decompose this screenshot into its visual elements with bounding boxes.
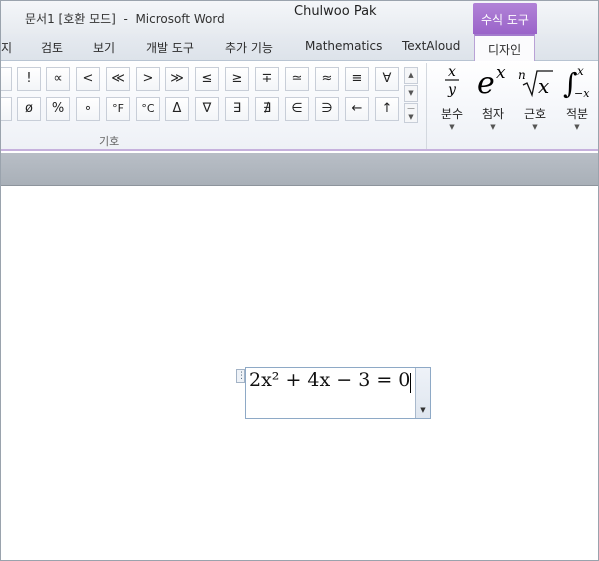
symbol-button[interactable]: | <box>1 67 12 91</box>
symbol-button[interactable]: ≃ <box>285 67 309 91</box>
integral-icon: ∫ x −x <box>563 64 590 100</box>
equation-move-handle[interactable]: ⋮ <box>236 369 246 383</box>
symbol-button[interactable]: °C <box>136 97 160 121</box>
symbol-button[interactable]: ↑ <box>375 97 399 121</box>
script-label: 첨자 <box>481 107 505 121</box>
script-button[interactable]: e x 첨자 ▼ <box>471 61 515 131</box>
symbol-button[interactable]: ∝ <box>46 67 70 91</box>
fraction-icon: x y <box>445 64 459 98</box>
equation-content: 2x² + 4x − 3 = 0 <box>249 369 411 391</box>
ribbon-tab-bar: 지 검토 보기 개발 도구 추가 기능 Mathematics TextAlou… <box>1 34 598 62</box>
radical-label: 근호 <box>523 107 547 121</box>
text-caret <box>410 373 411 393</box>
symbol-button[interactable]: ∓ <box>255 67 279 91</box>
symbol-button[interactable]: ≫ <box>165 67 189 91</box>
symbols-group-label: 기호 <box>99 135 120 148</box>
symbol-button[interactable]: ≤ <box>195 67 219 91</box>
symbol-button[interactable]: > <box>136 67 160 91</box>
ruler-strip <box>1 153 598 186</box>
svg-text:x: x <box>538 74 549 98</box>
integral-button[interactable]: ∫ x −x 적분 ▼ <box>555 61 598 131</box>
symbol-button[interactable]: ∀ <box>375 67 399 91</box>
context-group-equation-tools: 수식 도구 <box>473 3 537 34</box>
symbol-button[interactable]: ! <box>17 67 41 91</box>
symbol-button[interactable]: % <box>46 97 70 121</box>
svg-text:−x: −x <box>574 87 590 100</box>
tab-mathematics[interactable]: Mathematics <box>305 39 382 53</box>
tab-developer[interactable]: 개발 도구 <box>146 39 194 56</box>
title-bar: 문서1 [호환 모드] - Microsoft Word Chulwoo Pak… <box>1 1 598 34</box>
chevron-down-icon: ▼ <box>532 123 538 131</box>
svg-text:n: n <box>518 68 526 82</box>
symbol-button[interactable]: < <box>76 67 100 91</box>
tab-review[interactable]: 검토 <box>41 39 63 56</box>
gallery-scroll-down[interactable]: ▼ <box>404 85 418 102</box>
svg-text:x: x <box>577 64 584 78</box>
symbol-button[interactable]: ≪ <box>106 67 130 91</box>
chevron-down-icon: ▼ <box>490 123 496 131</box>
symbol-button[interactable]: ≥ <box>225 67 249 91</box>
svg-text:y: y <box>447 82 457 98</box>
radical-icon: n x <box>518 68 553 98</box>
window-title: 문서1 [호환 모드] - Microsoft Word <box>25 12 225 26</box>
symbol-button[interactable]: ∄ <box>255 97 279 121</box>
gallery-scroll-up[interactable]: ▲ <box>404 67 418 84</box>
tab-partial[interactable]: 지 <box>1 39 12 56</box>
equation-options-dropdown[interactable]: ▼ <box>415 368 430 418</box>
symbol-button[interactable]: °F <box>106 97 130 121</box>
tab-textaloud[interactable]: TextAloud <box>402 39 460 53</box>
chevron-down-icon: ▼ <box>574 123 580 131</box>
tab-view[interactable]: 보기 <box>93 39 115 56</box>
symbol-button[interactable]: ∈ <box>285 97 309 121</box>
symbol-button[interactable]: ∋ <box>315 97 339 121</box>
word-window: 문서1 [호환 모드] - Microsoft Word Chulwoo Pak… <box>0 0 599 561</box>
symbol-button[interactable]: ≡ <box>345 67 369 91</box>
fraction-label: 분수 <box>440 107 464 121</box>
symbol-button[interactable]: ∇ <box>195 97 219 121</box>
symbol-button[interactable]: Δ <box>165 97 189 121</box>
symbol-button[interactable]: ∃ <box>225 97 249 121</box>
svg-text:x: x <box>496 63 506 83</box>
radical-button[interactable]: n x 근호 ▼ <box>513 61 557 131</box>
ribbon-panel: | ! ∝ < ≪ > ≫ ≤ ≥ ∓ ≃ ≈ ≡ ∀ ø % ∘ °F °C … <box>1 61 598 151</box>
symbol-button[interactable]: ≈ <box>315 67 339 91</box>
equation-text[interactable]: 2x² + 4x − 3 = 0 <box>249 369 410 391</box>
symbol-button[interactable]: ← <box>345 97 369 121</box>
integral-label: 적분 <box>565 107 589 121</box>
gallery-expand[interactable]: ― ▼ <box>404 103 418 123</box>
svg-text:e: e <box>477 66 495 101</box>
user-name: Chulwoo Pak <box>294 4 377 19</box>
tab-add-ins[interactable]: 추가 기능 <box>225 39 273 56</box>
svg-text:x: x <box>448 64 456 80</box>
group-separator <box>426 63 427 149</box>
script-icon: e x <box>477 63 506 101</box>
tab-design[interactable]: 디자인 <box>474 34 536 62</box>
fraction-button[interactable]: x y 분수 ▼ <box>430 61 474 131</box>
symbol-button[interactable] <box>1 97 12 121</box>
chevron-down-icon: ▼ <box>449 123 455 131</box>
symbol-button[interactable]: ∘ <box>76 97 100 121</box>
symbol-button[interactable]: ø <box>17 97 41 121</box>
